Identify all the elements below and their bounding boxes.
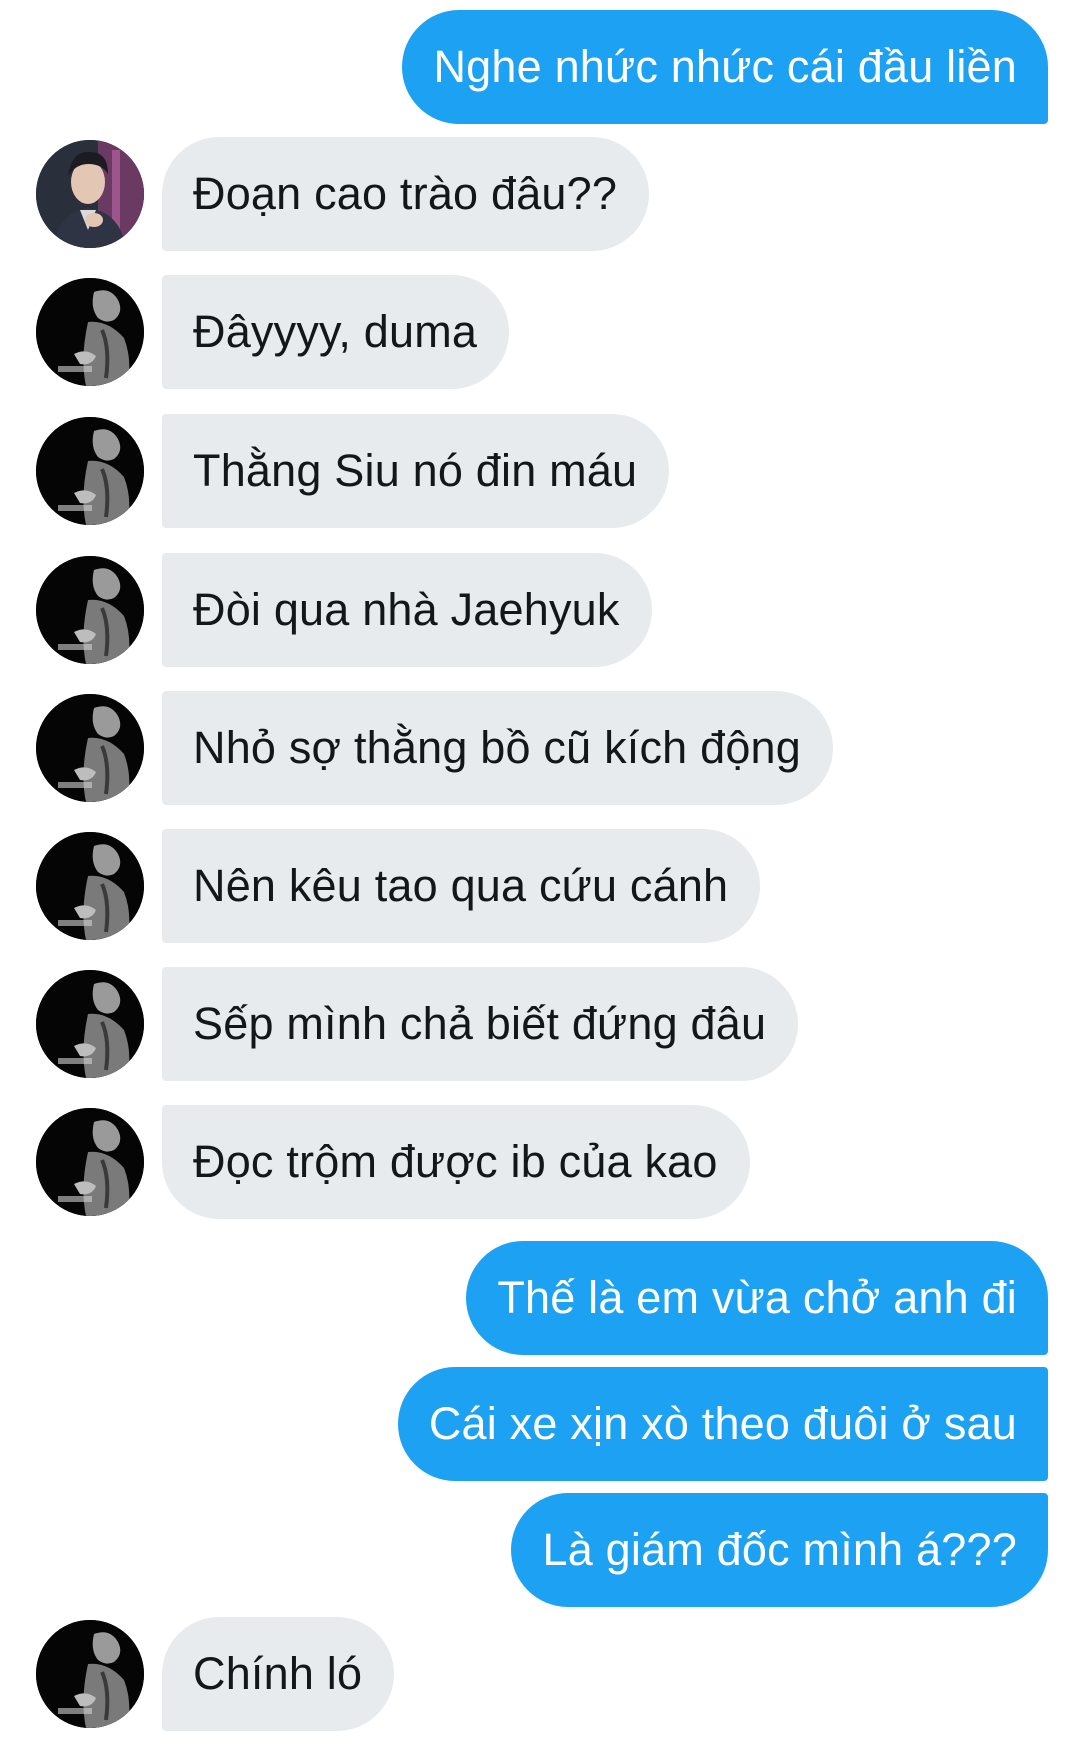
message-row-incoming: Chính ló — [0, 1617, 1080, 1731]
avatar-photo-bw-icon — [36, 970, 144, 1078]
message-row-incoming: Thằng Siu nó đin máu — [0, 414, 1080, 528]
incoming-message-bubble[interactable]: Thằng Siu nó đin máu — [162, 414, 670, 528]
message-row-incoming: Đòi qua nhà Jaehyuk — [0, 553, 1080, 667]
avatar-photo-bw-icon — [36, 1108, 144, 1216]
sender-avatar[interactable] — [36, 556, 144, 664]
avatar-photo-bw-icon — [36, 556, 144, 664]
sender-avatar[interactable] — [36, 694, 144, 802]
message-row-incoming: Sếp mình chả biết đứng đâu — [0, 967, 1080, 1081]
message-row-incoming: Đoạn cao trào đâu?? — [0, 137, 1080, 251]
sender-avatar[interactable] — [36, 417, 144, 525]
incoming-message-bubble[interactable]: Đọc trộm được ib của kao — [162, 1105, 750, 1219]
sender-avatar[interactable] — [36, 1108, 144, 1216]
incoming-message-bubble[interactable]: Nên kêu tao qua cứu cánh — [162, 829, 761, 943]
conversation-thread: Nghe nhức nhức cái đầu liền Đoạn cao trà… — [0, 0, 1080, 1742]
sender-avatar[interactable] — [36, 278, 144, 386]
sender-avatar[interactable] — [36, 140, 144, 248]
incoming-message-bubble[interactable]: Đoạn cao trào đâu?? — [162, 137, 650, 251]
message-row-outgoing: Cái xe xịn xò theo đuôi ở sau — [0, 1367, 1080, 1481]
avatar-photo-bw-icon — [36, 278, 144, 386]
outgoing-message-bubble[interactable]: Là giám đốc mình á??? — [511, 1493, 1048, 1607]
avatar-photo-bw-icon — [36, 1620, 144, 1728]
incoming-message-bubble[interactable]: Đòi qua nhà Jaehyuk — [162, 553, 652, 667]
sender-avatar[interactable] — [36, 970, 144, 1078]
avatar-photo-bw-icon — [36, 417, 144, 525]
message-row-incoming: Nhỏ sợ thằng bồ cũ kích động — [0, 691, 1080, 805]
incoming-message-bubble[interactable]: Sếp mình chả biết đứng đâu — [162, 967, 799, 1081]
incoming-message-bubble[interactable]: Nhỏ sợ thằng bồ cũ kích động — [162, 691, 834, 805]
incoming-message-bubble[interactable]: Chính ló — [162, 1617, 395, 1731]
avatar-photo-bw-icon — [36, 832, 144, 940]
avatar-photo-bw-icon — [36, 694, 144, 802]
sender-avatar[interactable] — [36, 832, 144, 940]
outgoing-message-bubble[interactable]: Cái xe xịn xò theo đuôi ở sau — [397, 1367, 1048, 1481]
sender-avatar[interactable] — [36, 1620, 144, 1728]
outgoing-message-bubble[interactable]: Nghe nhức nhức cái đầu liền — [402, 10, 1048, 124]
message-row-outgoing: Là giám đốc mình á??? — [0, 1493, 1080, 1607]
avatar-photo-suit-icon — [36, 140, 144, 248]
message-row-outgoing: Nghe nhức nhức cái đầu liền — [0, 10, 1080, 124]
message-row-incoming: Đọc trộm được ib của kao — [0, 1105, 1080, 1219]
message-row-outgoing: Thế là em vừa chở anh đi — [0, 1241, 1080, 1355]
incoming-message-bubble[interactable]: Đâyyyy, duma — [162, 275, 510, 389]
message-row-incoming: Nên kêu tao qua cứu cánh — [0, 829, 1080, 943]
message-row-incoming: Đâyyyy, duma — [0, 275, 1080, 389]
outgoing-message-bubble[interactable]: Thế là em vừa chở anh đi — [466, 1241, 1048, 1355]
